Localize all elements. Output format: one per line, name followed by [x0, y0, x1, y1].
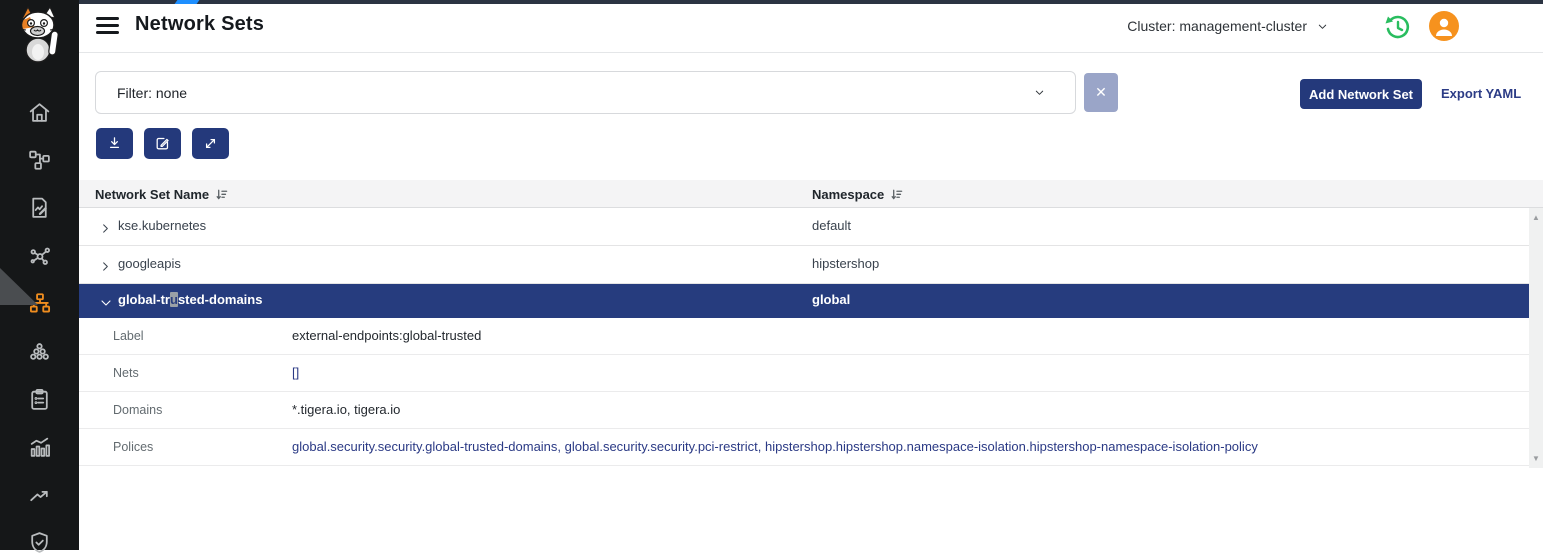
sidebar-item-endpoints[interactable]: [0, 335, 79, 369]
table-row-selected[interactable]: global-trusted-domains global: [79, 284, 1529, 318]
namespace: global: [812, 292, 850, 307]
detail-row-polices: Polices global.security.security.global-…: [79, 429, 1529, 466]
sidebar-item-network-graph[interactable]: [0, 238, 79, 272]
detail-row-nets: Nets []: [79, 355, 1529, 392]
sidebar: [0, 0, 79, 550]
sidebar-item-dashboard[interactable]: [0, 430, 79, 464]
edit-pencil-icon: [154, 135, 171, 152]
cluster-label: Cluster: management-cluster: [1127, 18, 1307, 34]
namespace: hipstershop: [812, 256, 879, 271]
add-network-set-button[interactable]: Add Network Set: [1300, 79, 1422, 109]
sidebar-item-policies[interactable]: [0, 190, 79, 224]
filter-value: Filter: none: [117, 85, 187, 101]
page-title: Network Sets: [135, 13, 264, 36]
network-set-name: googleapis: [118, 256, 181, 271]
clear-filter-button[interactable]: ✕: [1084, 73, 1118, 112]
service-graph-icon: [27, 147, 52, 172]
table-header: Network Set Name Namespace: [79, 180, 1543, 208]
table-row[interactable]: kse.kubernetes default: [79, 208, 1529, 246]
user-avatar[interactable]: [1429, 11, 1459, 41]
page: Network Sets Cluster: management-cluster…: [0, 0, 1543, 550]
cluster-selector[interactable]: Cluster: management-cluster: [1127, 18, 1328, 34]
scroll-up-icon[interactable]: ▲: [1529, 213, 1543, 222]
column-header-namespace[interactable]: Namespace: [812, 180, 903, 208]
sidebar-item-compliance[interactable]: [0, 382, 79, 416]
network-set-name: global-trusted-domains: [118, 292, 262, 307]
detail-row-domains: Domains *.tigera.io, tigera.io: [79, 392, 1529, 429]
chevron-down-icon: [1034, 87, 1045, 98]
download-button[interactable]: [96, 128, 133, 159]
chevron-right-icon[interactable]: [100, 259, 111, 277]
sort-icon: [890, 188, 903, 201]
sidebar-item-security[interactable]: [0, 525, 79, 559]
expand-button[interactable]: [192, 128, 229, 159]
stats-chart-icon: [27, 435, 52, 460]
topbar: Network Sets Cluster: management-cluster: [79, 4, 1543, 53]
detail-row-label: Label external-endpoints:global-trusted: [79, 318, 1529, 355]
chevron-down-icon: [1317, 21, 1328, 32]
chevron-right-icon[interactable]: [100, 221, 111, 239]
edit-button[interactable]: [144, 128, 181, 159]
scroll-down-icon[interactable]: ▼: [1529, 454, 1543, 463]
sidebar-item-home[interactable]: [0, 95, 79, 129]
namespace: default: [812, 218, 851, 233]
table-row[interactable]: googleapis hipstershop: [79, 246, 1529, 284]
policy-document-icon: [27, 195, 52, 220]
column-header-name[interactable]: Network Set Name: [95, 180, 228, 208]
endpoints-cluster-icon: [27, 340, 52, 365]
home-icon: [27, 100, 52, 125]
hamburger-menu-icon[interactable]: [96, 17, 119, 35]
chevron-down-icon[interactable]: [100, 296, 112, 314]
connected-nodes-icon: [27, 243, 52, 268]
text-cursor: u: [170, 292, 178, 307]
clipboard-icon: [27, 387, 52, 412]
history-icon[interactable]: [1382, 12, 1412, 42]
download-icon: [106, 135, 123, 152]
sidebar-item-service-graph[interactable]: [0, 142, 79, 176]
sort-icon: [215, 188, 228, 201]
export-yaml-link[interactable]: Export YAML: [1441, 86, 1521, 101]
filter-dropdown[interactable]: Filter: none: [95, 71, 1076, 114]
shield-check-icon: [27, 530, 52, 555]
person-icon: [1429, 11, 1459, 41]
vertical-scrollbar[interactable]: ▲ ▼: [1529, 208, 1543, 468]
sidebar-item-activity[interactable]: [0, 478, 79, 512]
trending-up-icon: [27, 483, 52, 508]
calico-cat-logo: [14, 5, 64, 63]
expand-arrows-icon: [202, 135, 219, 152]
network-set-name: kse.kubernetes: [118, 218, 206, 233]
